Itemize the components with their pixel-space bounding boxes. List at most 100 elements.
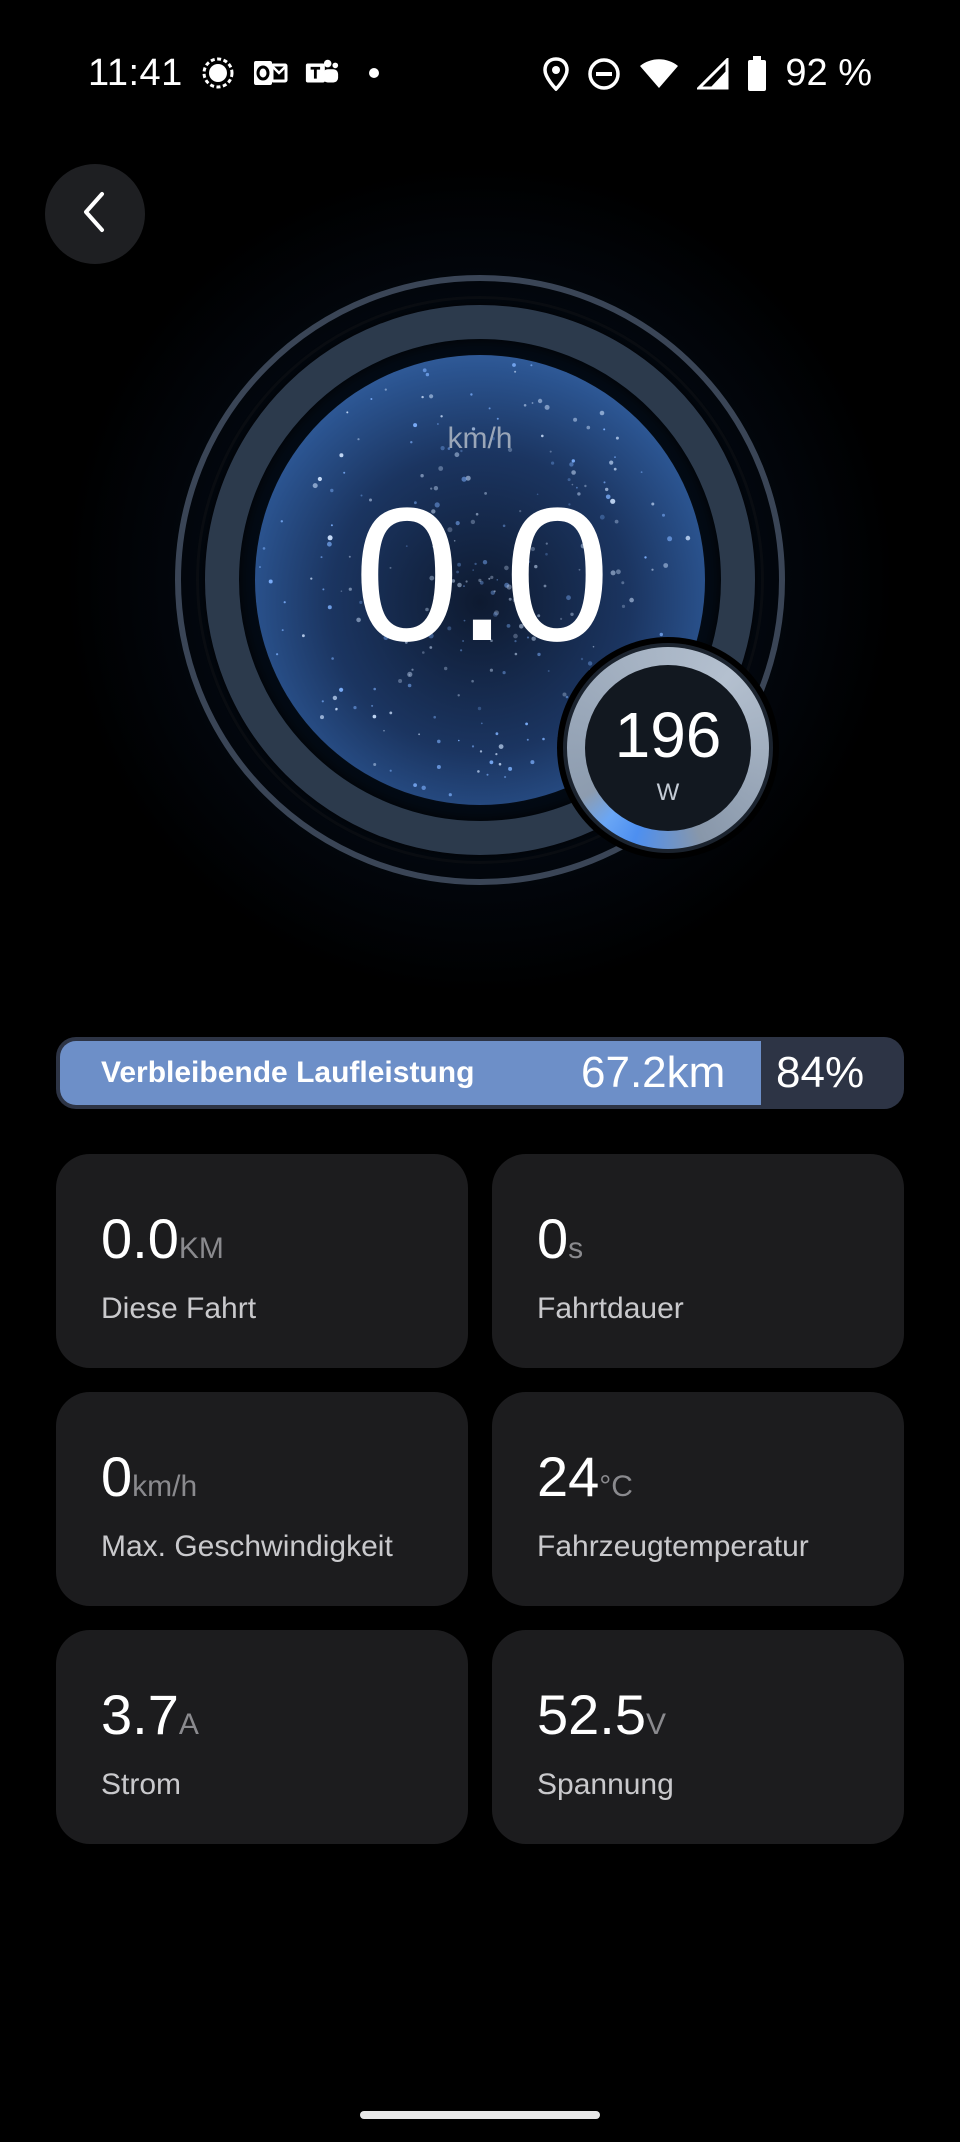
stat-value: 0.0 [101, 1207, 179, 1270]
star-particle [495, 753, 498, 756]
stat-unit: V [646, 1708, 667, 1741]
star-particle [339, 687, 344, 692]
range-distance: 67.2km [581, 1048, 726, 1097]
home-indicator[interactable] [360, 2111, 600, 2119]
signal-messenger-icon [200, 55, 236, 91]
star-particle [373, 763, 377, 766]
stat-card-trip-duration: 0s Fahrtdauer [492, 1154, 904, 1368]
stat-value: 0 [101, 1445, 133, 1508]
star-particle [508, 766, 513, 771]
star-particle [421, 785, 426, 790]
star-particle [429, 394, 434, 399]
star-particle [531, 402, 534, 404]
notification-icons [200, 55, 392, 91]
teams-icon [304, 55, 340, 91]
battery-percentage: 92 % [785, 52, 872, 94]
power-value: 196 [614, 699, 722, 771]
stat-card-max-speed: 0km/h Max. Geschwindigkeit [56, 1392, 468, 1606]
notification-dot-icon [356, 55, 392, 91]
wifi-icon [639, 55, 679, 93]
star-particle [422, 368, 427, 373]
star-particle [557, 735, 561, 738]
star-particle [425, 372, 430, 377]
speed-unit: km/h [447, 422, 513, 455]
star-particle [370, 398, 373, 400]
star-particle [320, 715, 324, 720]
star-particle [384, 388, 387, 391]
star-particle [371, 704, 374, 707]
star-particle [544, 404, 550, 410]
star-particle [457, 694, 460, 697]
star-particle [458, 739, 460, 742]
star-particle [599, 410, 605, 416]
power-unit: W [656, 779, 680, 806]
star-particle [562, 692, 567, 697]
star-particle [495, 732, 499, 736]
star-particle [383, 729, 385, 732]
star-particle [530, 364, 533, 367]
star-particle [470, 393, 473, 396]
battery-icon [747, 55, 767, 93]
star-particle [477, 706, 482, 711]
star-particle [504, 775, 507, 779]
stat-unit: °C [599, 1470, 633, 1503]
star-particle [346, 411, 349, 414]
star-particle [614, 456, 616, 458]
star-particle [480, 722, 483, 725]
star-particle [530, 760, 535, 765]
speedometer-gauge: km/h 0.0 196 W [60, 160, 900, 1000]
power-dial: 196 W [563, 643, 773, 853]
star-particle [479, 750, 483, 753]
status-time: 11:41 [88, 52, 183, 94]
star-particle [335, 708, 338, 711]
stat-card-current: 3.7A Strom [56, 1630, 468, 1844]
star-particle [353, 706, 357, 710]
do-not-disturb-icon [587, 55, 621, 93]
star-particle [537, 398, 543, 404]
star-particle [609, 460, 614, 465]
star-particle [373, 687, 376, 691]
star-particle [407, 683, 412, 688]
stat-label: Strom [101, 1768, 182, 1801]
star-particle [640, 471, 643, 473]
stat-value: 3.7 [101, 1683, 179, 1746]
stat-label: Spannung [537, 1768, 674, 1801]
speed-value: 0.0 [353, 469, 610, 681]
star-particle [514, 370, 517, 373]
chevron-left-icon [80, 190, 110, 239]
range-percent: 84% [776, 1048, 865, 1097]
star-particle [498, 762, 502, 766]
star-particle [471, 745, 475, 748]
star-particle [418, 733, 420, 736]
stat-unit: KM [178, 1232, 224, 1265]
range-label: Verbleibende Laufleistung [101, 1056, 475, 1089]
star-particle [569, 462, 574, 467]
star-particle [525, 722, 528, 726]
star-particle [321, 700, 324, 703]
stat-label: Fahrtdauer [537, 1292, 684, 1325]
status-bar: 11:41 92 % [0, 0, 960, 150]
star-particle [372, 714, 377, 719]
star-particle [526, 738, 529, 741]
back-button[interactable] [45, 164, 145, 264]
star-particle [613, 467, 617, 471]
stat-unit: A [178, 1708, 199, 1741]
star-particle [512, 363, 516, 367]
cell-signal-icon [697, 55, 729, 93]
star-particle [433, 715, 436, 719]
star-particle [389, 769, 392, 772]
star-particle [448, 793, 452, 797]
star-particle [389, 711, 393, 715]
outlook-icon [252, 55, 288, 91]
stat-card-trip-distance: 0.0KM Diese Fahrt [56, 1154, 468, 1368]
stat-label: Diese Fahrt [101, 1292, 257, 1325]
star-particle [571, 459, 575, 463]
star-particle [542, 737, 545, 741]
stat-label: Max. Geschwindigkeit [101, 1530, 393, 1563]
star-particle [477, 770, 480, 773]
star-particle [413, 783, 417, 787]
stat-value: 52.5 [537, 1683, 646, 1746]
star-particle [437, 739, 441, 744]
stat-card-vehicle-temperature: 24°C Fahrzeugtemperatur [492, 1392, 904, 1606]
remaining-range-bar: Verbleibende Laufleistung 67.2km 84% [56, 1037, 904, 1109]
